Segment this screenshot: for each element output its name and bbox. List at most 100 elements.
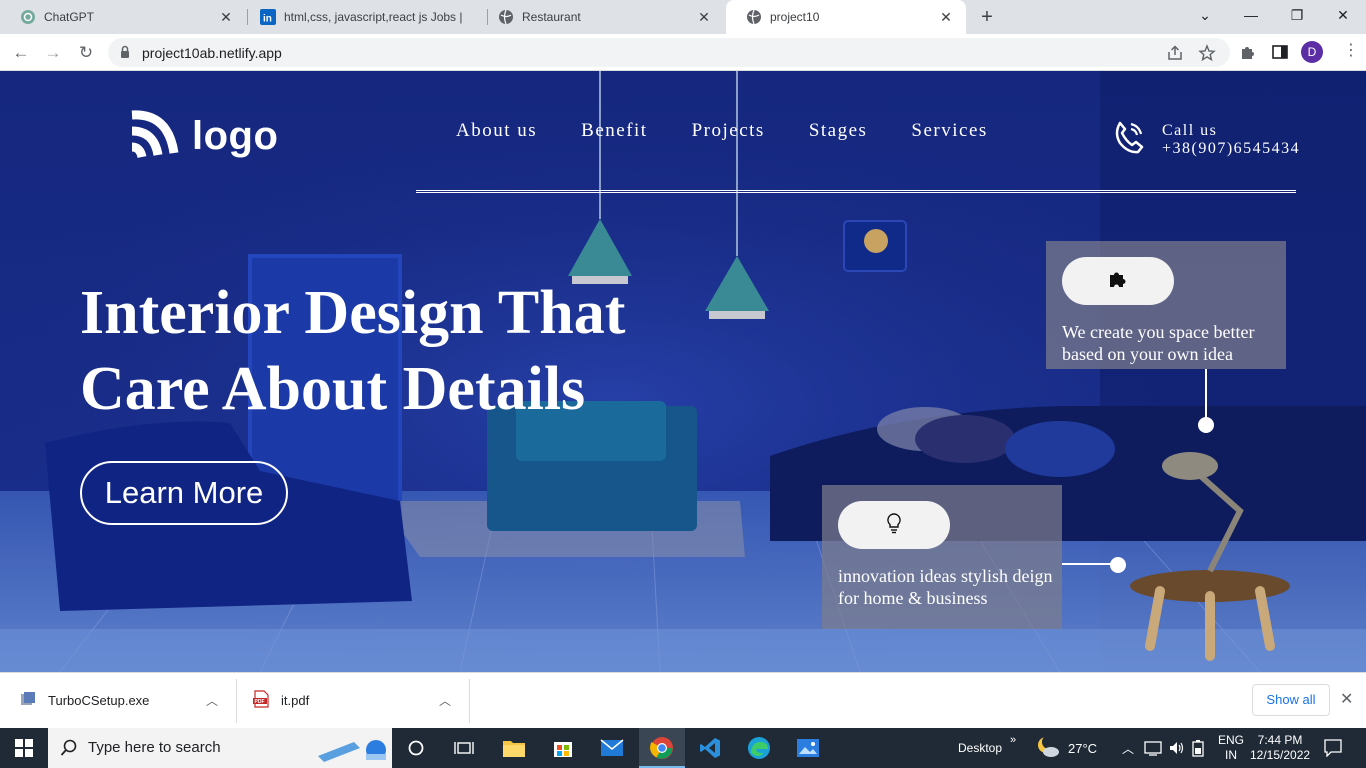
- hero-headline-line-2: Care About Details: [80, 355, 586, 423]
- tab-title: html,css, javascript,react js Jobs |: [284, 10, 463, 24]
- feature-card-text: We create you space better based on your…: [1062, 322, 1255, 364]
- chrome-icon[interactable]: [648, 734, 676, 762]
- edge-icon[interactable]: [745, 734, 773, 762]
- tab-linkedin[interactable]: in html,css, javascript,react js Jobs |: [240, 0, 486, 34]
- call-us-number[interactable]: +38(907)6545434: [1162, 140, 1300, 158]
- tray-chevron-up-icon[interactable]: ︿: [1122, 728, 1134, 768]
- tab-search-icon[interactable]: ⌄: [1182, 0, 1228, 30]
- file-explorer-icon[interactable]: [500, 734, 528, 762]
- call-us-block[interactable]: Call us +38(907)6545434: [1112, 119, 1300, 160]
- windows-start-icon[interactable]: [10, 734, 38, 762]
- reload-button[interactable]: ↻: [73, 40, 99, 66]
- desktop-label: Desktop: [958, 741, 1003, 755]
- desktop-toolbar-label[interactable]: Desktop »: [958, 728, 1016, 768]
- nav-services[interactable]: Services: [911, 120, 987, 142]
- bookmark-star-icon[interactable]: [1198, 44, 1216, 62]
- learn-more-button[interactable]: Learn More: [80, 461, 288, 525]
- tab-title: project10: [770, 10, 820, 24]
- side-panel-icon[interactable]: [1271, 43, 1289, 61]
- language-indicator[interactable]: ENG IN: [1218, 728, 1244, 768]
- tab-title: Restaurant: [522, 10, 581, 24]
- show-all-button[interactable]: Show all: [1252, 684, 1330, 716]
- address-bar[interactable]: project10ab.netlify.app: [108, 38, 1230, 67]
- minimize-button[interactable]: —: [1228, 0, 1274, 30]
- tab-chatgpt[interactable]: ChatGPT ✕: [0, 0, 246, 34]
- chevron-up-icon[interactable]: ︿: [206, 692, 218, 709]
- clock-time: 7:44 PM: [1257, 733, 1303, 747]
- hotspot-dot[interactable]: [1198, 417, 1214, 433]
- tab-project10[interactable]: project10 ✕: [726, 0, 966, 34]
- download-filename: TurboCSetup.exe: [48, 693, 150, 708]
- search-icon: [60, 739, 78, 761]
- menu-kebab-icon[interactable]: ⋮: [1343, 42, 1359, 60]
- download-item[interactable]: PDF it.pdf ︿: [253, 673, 463, 728]
- nav-about-us[interactable]: About us: [456, 120, 537, 142]
- cortana-icon[interactable]: [402, 734, 430, 762]
- feature-card-text-line-2: for home & business: [838, 588, 988, 608]
- windows-taskbar: Type here to search Desktop » 27°C ︿ ENG…: [0, 728, 1366, 768]
- network-icon[interactable]: [1144, 728, 1162, 768]
- forward-button[interactable]: →: [40, 40, 66, 66]
- download-divider: [469, 679, 470, 723]
- volume-icon[interactable]: [1168, 728, 1186, 768]
- nav-benefit[interactable]: Benefit: [581, 120, 647, 142]
- mail-icon[interactable]: [598, 734, 626, 762]
- feature-card-idea: We create you space better based on your…: [1046, 241, 1286, 369]
- close-window-button[interactable]: ✕: [1320, 0, 1366, 30]
- logo-text: logo: [192, 114, 279, 158]
- tab-restaurant[interactable]: Restaurant ✕: [478, 0, 724, 34]
- downloads-bar: TurboCSetup.exe ︿ PDF it.pdf ︿ Show all …: [0, 672, 1366, 728]
- photos-icon[interactable]: [794, 734, 822, 762]
- close-tab-icon[interactable]: ✕: [938, 9, 954, 25]
- store-icon[interactable]: [549, 734, 577, 762]
- download-item[interactable]: TurboCSetup.exe ︿: [20, 673, 230, 728]
- nav-divider: [416, 190, 1296, 193]
- globe-icon: [746, 9, 762, 25]
- profile-avatar[interactable]: D: [1301, 41, 1323, 63]
- feature-pill[interactable]: [1062, 257, 1174, 305]
- nav-stages[interactable]: Stages: [809, 120, 868, 142]
- weather-widget[interactable]: 27°C: [1036, 728, 1097, 768]
- installer-icon: [20, 691, 36, 710]
- feature-pill[interactable]: [838, 501, 950, 549]
- share-icon[interactable]: [1166, 44, 1184, 62]
- vscode-icon[interactable]: [696, 734, 724, 762]
- clock[interactable]: 7:44 PM 12/15/2022: [1250, 728, 1310, 768]
- close-tab-icon[interactable]: ✕: [218, 9, 234, 25]
- battery-icon[interactable]: [1192, 728, 1204, 768]
- url-text: project10ab.netlify.app: [142, 45, 282, 61]
- close-tab-icon[interactable]: ✕: [696, 9, 712, 25]
- hotspot-dot[interactable]: [1110, 557, 1126, 573]
- svg-text:PDF: PDF: [255, 699, 265, 705]
- nav-projects[interactable]: Projects: [692, 120, 765, 142]
- main-nav: About us Benefit Projects Stages Service…: [456, 120, 1032, 142]
- chevron-up-icon[interactable]: ︿: [439, 692, 451, 709]
- chatgpt-icon: [20, 9, 36, 25]
- notification-icon[interactable]: [1324, 728, 1342, 768]
- download-divider: [236, 679, 237, 723]
- pdf-icon: PDF: [253, 690, 269, 711]
- tab-title: ChatGPT: [44, 10, 95, 24]
- page-viewport: logo About us Benefit Projects Stages Se…: [0, 71, 1366, 672]
- close-downloads-icon[interactable]: ✕: [1340, 689, 1353, 709]
- svg-text:in: in: [263, 14, 272, 25]
- weather-temp: 27°C: [1068, 740, 1098, 756]
- extensions-puzzle-icon[interactable]: [1239, 43, 1257, 61]
- download-filename: it.pdf: [281, 693, 310, 708]
- taskbar-search[interactable]: Type here to search: [48, 728, 392, 768]
- phone-icon: [1112, 119, 1146, 160]
- new-tab-button[interactable]: +: [976, 6, 998, 28]
- clock-date: 12/15/2022: [1250, 748, 1311, 762]
- globe-icon: [498, 9, 514, 25]
- chevron-right-double-icon[interactable]: »: [1010, 734, 1016, 746]
- feature-card-text-line-1: innovation ideas stylish deign: [838, 566, 1053, 586]
- restore-button[interactable]: ❐: [1274, 0, 1320, 30]
- site-logo[interactable]: logo: [128, 109, 278, 164]
- back-button[interactable]: ←: [8, 40, 34, 66]
- browser-toolbar: ← → ↻ project10ab.netlify.app D ⋮: [0, 34, 1366, 71]
- lock-icon[interactable]: [120, 45, 130, 64]
- search-placeholder: Type here to search: [88, 739, 221, 756]
- search-highlight-icon: [314, 734, 386, 766]
- weather-moon-cloud-icon: [1036, 734, 1060, 761]
- task-view-icon[interactable]: [450, 734, 478, 762]
